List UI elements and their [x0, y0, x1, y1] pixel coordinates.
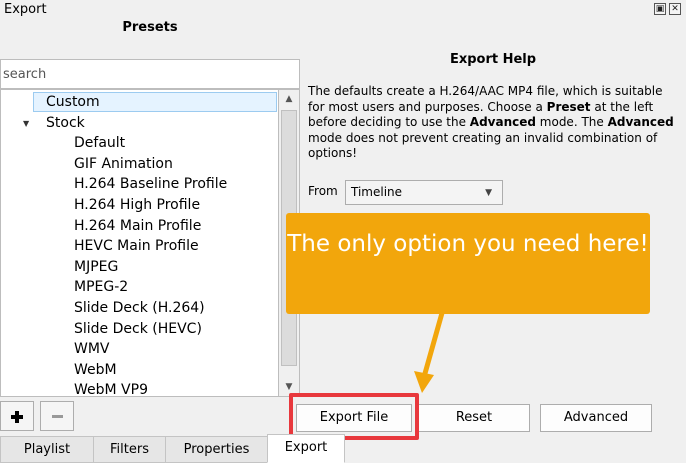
search-input[interactable]: [0, 59, 300, 89]
tree-item-label: MJPEG: [74, 258, 119, 275]
title-bar: Export ▣ ✕: [0, 0, 686, 20]
help-text-emphasis: Advanced: [607, 115, 674, 129]
tree-item-selected[interactable]: Custom: [33, 92, 277, 112]
from-select[interactable]: Timeline ▼: [345, 180, 503, 205]
from-value: Timeline: [351, 185, 403, 199]
tree-item-label: H.264 Main Profile: [74, 217, 202, 234]
help-text-segment: mode does not prevent creating an invali…: [308, 130, 658, 161]
callout-arrow: [414, 312, 445, 393]
float-icon[interactable]: ▣: [654, 3, 666, 15]
help-text: The defaults create a H.264/AAC MP4 file…: [308, 84, 680, 162]
scroll-up-icon[interactable]: ▲: [279, 90, 299, 108]
from-label: From: [308, 184, 338, 198]
tree-item-label: WebM VP9: [74, 382, 148, 397]
tree-item-label: WebM: [74, 361, 117, 378]
tree-item-label: Default: [74, 135, 126, 152]
tab-export[interactable]: Export: [267, 434, 345, 463]
presets-tree[interactable]: Custom ▼ Stock Default GIF Animation H.264 Ba…: [0, 89, 278, 397]
close-icon[interactable]: ✕: [669, 3, 681, 15]
remove-preset-button[interactable]: [40, 401, 74, 431]
tab-playlist[interactable]: Playlist: [0, 436, 94, 463]
tree-item-label: Stock: [46, 114, 85, 131]
callout-text: The only option you need here!: [287, 231, 649, 257]
help-title: Export Help: [449, 52, 537, 67]
tree-item-label: MPEG-2: [74, 279, 129, 296]
tree-item-label: Slide Deck (H.264): [74, 300, 205, 316]
presets-heading: Presets: [122, 20, 178, 35]
tree-item-label: WMV: [74, 341, 110, 358]
tree-item-label: Custom: [46, 94, 100, 110]
tree-item-label: HEVC Main Profile: [74, 238, 199, 255]
expand-arrow-icon[interactable]: ▼: [23, 113, 29, 134]
tree-item-label: H.264 Baseline Profile: [74, 176, 228, 193]
tree-item-label: H.264 High Profile: [74, 197, 201, 213]
help-text-emphasis: Preset: [546, 99, 591, 114]
export-file-highlight: [289, 393, 419, 440]
tab-properties[interactable]: Properties: [165, 436, 268, 463]
tree-item-label: Slide Deck (HEVC): [74, 320, 202, 337]
reset-button[interactable]: Reset: [418, 404, 530, 432]
help-text-emphasis: Advanced: [469, 115, 536, 129]
dock-tabs: Playlist Filters Properties Export: [0, 434, 686, 463]
tab-filters[interactable]: Filters: [93, 436, 166, 463]
callout: The only option you need here!: [286, 213, 650, 314]
tree-item-label: GIF Animation: [74, 155, 173, 172]
advanced-button[interactable]: Advanced: [540, 404, 652, 432]
add-preset-button[interactable]: [0, 401, 34, 431]
window-title: Export: [4, 2, 47, 17]
help-text-segment: mode. The: [535, 115, 608, 129]
chevron-down-icon: ▼: [485, 188, 492, 198]
